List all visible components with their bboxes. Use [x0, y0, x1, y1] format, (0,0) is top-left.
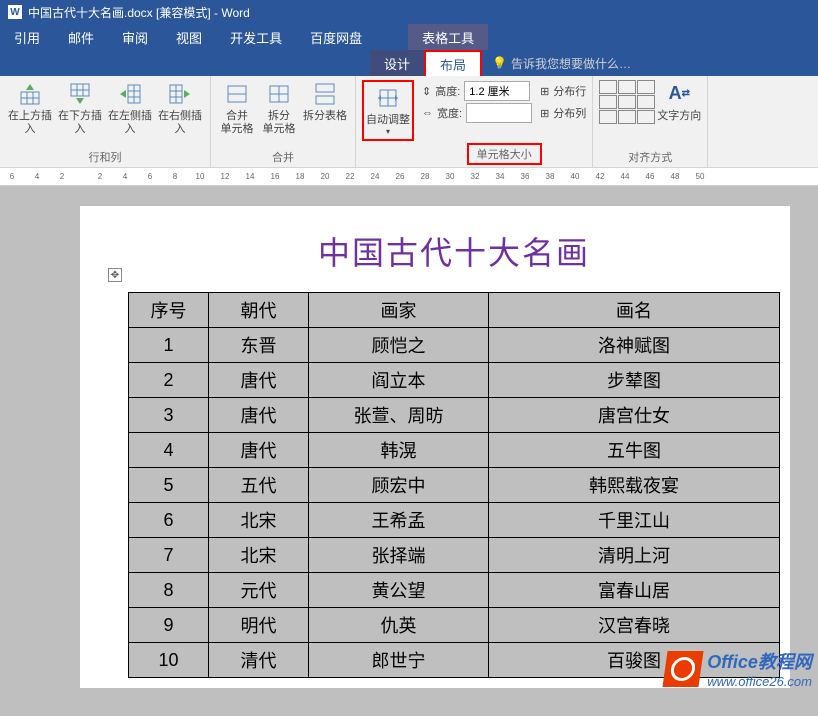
text-direction-button[interactable]: A⇄ 文字方向	[657, 80, 701, 123]
page[interactable]: ✥ 中国古代十大名画 序号 朝代 画家 画名 1东晋顾恺之洛神赋图2唐代阎立本步…	[80, 206, 790, 688]
merge-cells-button[interactable]: 合并 单元格	[217, 80, 257, 136]
insert-left-icon	[116, 80, 144, 108]
ribbon: 在上方插入 在下方插入 在左侧插入 在右侧插入 行和列	[0, 76, 818, 168]
distribute-cols-button[interactable]: ⊞ 分布列	[540, 102, 586, 124]
table-row[interactable]: 7北宋张择端清明上河	[129, 538, 780, 573]
row-height[interactable]: ⇕ 高度:	[422, 80, 532, 102]
insert-below-icon	[66, 80, 94, 108]
insert-below-button[interactable]: 在下方插入	[56, 80, 104, 136]
table-row[interactable]: 2唐代阎立本步辇图	[129, 363, 780, 398]
width-input[interactable]	[466, 103, 532, 123]
group-alignment: A⇄ 文字方向 对齐方式	[593, 76, 708, 167]
group-cell-size: ⇕ 高度: ⇔ 宽度: ⊞ 分布行 ⊞ 分布列	[416, 76, 593, 167]
group-rows-cols: 在上方插入 在下方插入 在左侧插入 在右侧插入 行和列	[0, 76, 211, 167]
group-autofit: 自动调整 ▾	[356, 76, 416, 167]
chevron-down-icon: ▾	[386, 127, 390, 137]
group-label-alignment: 对齐方式	[599, 147, 701, 167]
table-row[interactable]: 1东晋顾恺之洛神赋图	[129, 328, 780, 363]
watermark-logo-icon	[663, 651, 704, 687]
group-label-cell-size: 单元格大小	[467, 143, 542, 165]
titlebar: W 中国古代十大名画.docx [兼容模式] - Word	[0, 0, 818, 24]
word-icon: W	[8, 5, 22, 19]
split-table-icon	[311, 80, 339, 108]
split-cells-icon	[265, 80, 293, 108]
tab-view[interactable]: 视图	[162, 24, 216, 50]
tell-me-placeholder: 告诉我您想要做什么…	[511, 55, 631, 72]
width-icon: ⇔	[422, 107, 433, 119]
group-merge: 合并 单元格 拆分 单元格 拆分表格 合并	[211, 76, 356, 167]
table-row[interactable]: 4唐代韩滉五牛图	[129, 433, 780, 468]
tab-design[interactable]: 设计	[370, 50, 424, 76]
table-row[interactable]: 3唐代张萱、周昉唐宫仕女	[129, 398, 780, 433]
insert-left-button[interactable]: 在左侧插入	[106, 80, 154, 136]
split-table-button[interactable]: 拆分表格	[301, 80, 349, 123]
distribute-rows-icon: ⊞	[540, 85, 549, 98]
table-move-handle[interactable]: ✥	[108, 268, 122, 282]
table-row[interactable]: 5五代顾宏中韩熙载夜宴	[129, 468, 780, 503]
table-row[interactable]: 6北宋王希孟千里江山	[129, 503, 780, 538]
document-area: ✥ 中国古代十大名画 序号 朝代 画家 画名 1东晋顾恺之洛神赋图2唐代阎立本步…	[0, 186, 818, 716]
height-icon: ⇕	[422, 85, 431, 98]
watermark-url: www.office26.com	[707, 674, 812, 689]
insert-right-button[interactable]: 在右侧插入	[156, 80, 204, 136]
tab-mailings[interactable]: 邮件	[54, 24, 108, 50]
merge-cells-icon	[223, 80, 251, 108]
tab-layout[interactable]: 布局	[424, 50, 482, 76]
ribbon-tabs: 引用 邮件 审阅 视图 开发工具 百度网盘 表格工具	[0, 24, 818, 50]
document-heading[interactable]: 中国古代十大名画	[128, 228, 780, 274]
table-row[interactable]: 8元代黄公望富春山居	[129, 573, 780, 608]
bulb-icon: 💡	[492, 56, 507, 70]
table-row[interactable]: 9明代仇英汉宫春晓	[129, 608, 780, 643]
insert-right-icon	[166, 80, 194, 108]
distribute-rows-button[interactable]: ⊞ 分布行	[540, 80, 586, 102]
text-direction-icon: A⇄	[665, 80, 693, 108]
insert-above-icon	[16, 80, 44, 108]
col-width[interactable]: ⇔ 宽度:	[422, 102, 532, 124]
tab-developer[interactable]: 开发工具	[216, 24, 296, 50]
autofit-icon	[374, 84, 402, 112]
horizontal-ruler[interactable]: 642 2468 10121416 18202224 26283032 3436…	[0, 168, 818, 186]
insert-above-button[interactable]: 在上方插入	[6, 80, 54, 136]
data-table[interactable]: 序号 朝代 画家 画名 1东晋顾恺之洛神赋图2唐代阎立本步辇图3唐代张萱、周昉唐…	[128, 292, 780, 678]
ribbon-subtabs: 设计 布局 💡 告诉我您想要做什么…	[0, 50, 818, 76]
group-label-merge: 合并	[217, 147, 349, 167]
height-input[interactable]	[464, 81, 530, 101]
split-cells-button[interactable]: 拆分 单元格	[259, 80, 299, 136]
tab-review[interactable]: 审阅	[108, 24, 162, 50]
autofit-button[interactable]: 自动调整 ▾	[362, 80, 414, 141]
alignment-grid[interactable]	[599, 80, 655, 124]
tab-baidu[interactable]: 百度网盘	[296, 24, 376, 50]
watermark: Office教程网 www.office26.com	[665, 648, 812, 689]
group-label-rows-cols: 行和列	[6, 147, 204, 167]
context-tab-table-tools: 表格工具	[408, 24, 488, 50]
table-header-row[interactable]: 序号 朝代 画家 画名	[129, 293, 780, 328]
watermark-title: Office教程网	[707, 648, 812, 674]
tell-me[interactable]: 💡 告诉我您想要做什么…	[482, 50, 641, 76]
tab-references[interactable]: 引用	[0, 24, 54, 50]
document-title: 中国古代十大名画.docx [兼容模式] - Word	[28, 4, 250, 21]
distribute-cols-icon: ⊞	[540, 107, 549, 120]
